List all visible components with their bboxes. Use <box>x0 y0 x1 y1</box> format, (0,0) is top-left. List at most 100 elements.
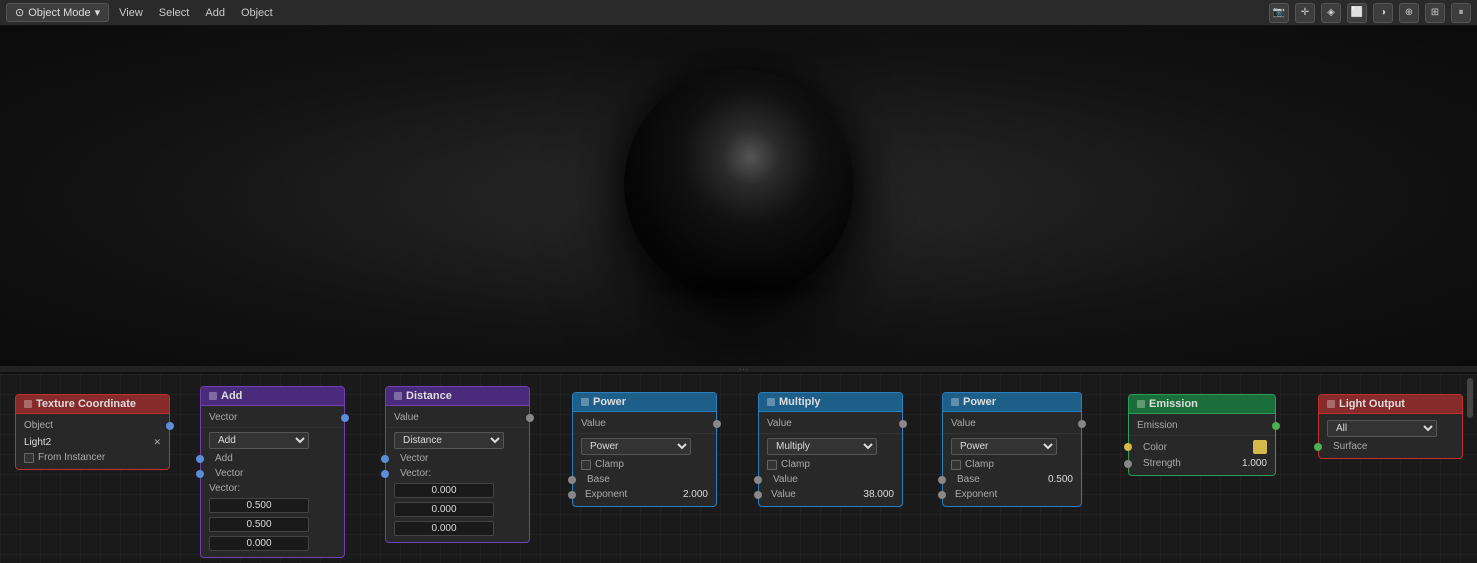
value-output-socket <box>899 420 907 428</box>
menu-object[interactable]: Object <box>235 5 279 21</box>
node-row-y[interactable] <box>386 500 529 519</box>
sphere-shadow <box>639 271 839 301</box>
value-output-socket <box>1078 420 1086 428</box>
color-swatch[interactable] <box>1253 440 1267 454</box>
menu-select[interactable]: Select <box>153 5 196 21</box>
node-row-emission-out: Emission <box>1129 418 1275 433</box>
node-row-surface: Surface <box>1319 439 1462 454</box>
divider <box>759 433 902 434</box>
node-add[interactable]: Add Vector Add Add Vector Vector: <box>200 386 345 558</box>
vector2-lbl: Vector: <box>394 468 521 479</box>
node-texture-coordinate[interactable]: Texture Coordinate Object Light2 ✕ From … <box>15 394 170 470</box>
node-row-v3[interactable]: 0.000 <box>201 534 344 553</box>
x-field[interactable] <box>394 483 494 498</box>
color-in-socket <box>1124 443 1132 451</box>
value-label: Value <box>951 418 1073 429</box>
vector2-in-socket <box>196 470 204 478</box>
viewport[interactable] <box>0 26 1477 366</box>
node-light-output[interactable]: Light Output All Surface <box>1318 394 1463 459</box>
from-instancer-checkbox[interactable] <box>24 453 34 463</box>
node-body: Value Power Clamp Base 0.500 Exponent <box>943 412 1081 506</box>
node-editor[interactable]: Texture Coordinate Object Light2 ✕ From … <box>0 372 1477 563</box>
node-distance[interactable]: Distance Value Distance Vector Vector: <box>385 386 530 543</box>
divider <box>386 427 529 428</box>
node-title: Distance <box>406 390 452 402</box>
base-val: 0.500 <box>1048 474 1073 485</box>
node-icon <box>1327 400 1335 408</box>
power-dropdown[interactable]: Power <box>581 438 691 455</box>
gizmo-icon[interactable]: ⊞ <box>1425 3 1445 23</box>
view-icon[interactable]: ⬜ <box>1347 3 1367 23</box>
value-label: Value <box>767 418 894 429</box>
cursor-icon[interactable]: ✛ <box>1295 3 1315 23</box>
clamp-label: Clamp <box>965 459 994 470</box>
node-header-power2: Power <box>943 393 1081 412</box>
close-icon[interactable]: ✕ <box>153 437 161 448</box>
mode-button[interactable]: ⊙ Object Mode ▾ <box>6 3 109 22</box>
from-instancer-label: From Instancer <box>38 452 105 463</box>
node-title: Emission <box>1149 398 1198 410</box>
divider <box>201 427 344 428</box>
surface-in-socket <box>1314 443 1322 451</box>
node-icon <box>394 392 402 400</box>
node-row-x[interactable] <box>386 481 529 500</box>
node-row-base: Base <box>573 472 716 487</box>
base-lbl: Base <box>951 474 1044 485</box>
node-body: Vector Add Add Vector Vector: 0.500 <box>201 406 344 557</box>
menu-view[interactable]: View <box>113 5 149 21</box>
power2-dropdown[interactable]: Power <box>951 438 1057 455</box>
add-dropdown[interactable]: Add <box>209 432 309 449</box>
render-icon[interactable]: ◈ <box>1321 3 1341 23</box>
pause-icon[interactable]: ⏸ <box>1451 3 1471 23</box>
clamp-checkbox[interactable] <box>951 460 961 470</box>
node-row-power2-dropdown[interactable]: Power <box>943 436 1081 457</box>
node-power2[interactable]: Power Value Power Clamp Base 0.500 <box>942 392 1082 507</box>
vector-label: Vector <box>209 412 336 423</box>
node-title: Multiply <box>779 396 821 408</box>
vector-in-socket <box>381 455 389 463</box>
y-field[interactable] <box>394 502 494 517</box>
value2-val: 38.000 <box>863 489 894 500</box>
node-row-object-val[interactable]: Light2 ✕ <box>16 433 169 450</box>
clamp-row: Clamp <box>759 457 902 472</box>
vector-lbl: Vector <box>394 453 521 464</box>
node-row-v1[interactable]: 0.500 <box>201 496 344 515</box>
overlay-icon[interactable]: ⊕ <box>1399 3 1419 23</box>
menu-add[interactable]: Add <box>199 5 231 21</box>
node-row-add-dropdown[interactable]: Add <box>201 430 344 451</box>
node-icon <box>767 398 775 406</box>
shading-icon[interactable]: ◑ <box>1373 3 1393 23</box>
node-emission[interactable]: Emission Emission Color Strength 1.000 <box>1128 394 1276 476</box>
v2-field[interactable]: 0.500 <box>209 517 309 532</box>
distance-dropdown[interactable]: Distance <box>394 432 504 449</box>
base-in-socket <box>938 476 946 484</box>
value2-lbl: Value <box>767 474 894 485</box>
v3-field[interactable]: 0.000 <box>209 536 309 551</box>
multiply-dropdown[interactable]: Multiply <box>767 438 877 455</box>
node-header-distance: Distance <box>386 387 529 406</box>
z-field[interactable] <box>394 521 494 536</box>
clamp-checkbox[interactable] <box>767 460 777 470</box>
node-row-v2[interactable]: 0.500 <box>201 515 344 534</box>
node-multiply[interactable]: Multiply Value Multiply Clamp Value <box>758 392 903 507</box>
exp-in-socket <box>568 491 576 499</box>
scroll-indicator[interactable] <box>1467 378 1473 418</box>
node-body: All Surface <box>1319 414 1462 458</box>
node-icon <box>951 398 959 406</box>
clamp-checkbox[interactable] <box>581 460 591 470</box>
node-row-z[interactable] <box>386 519 529 538</box>
v1-field[interactable]: 0.500 <box>209 498 309 513</box>
node-row-multiply-dropdown[interactable]: Multiply <box>759 436 902 457</box>
node-row-power-dropdown[interactable]: Power <box>573 436 716 457</box>
clamp-label: Clamp <box>781 459 810 470</box>
node-title: Power <box>963 396 996 408</box>
all-dropdown[interactable]: All <box>1327 420 1437 437</box>
node-power1[interactable]: Power Value Power Clamp Base <box>572 392 717 507</box>
node-row-all-dropdown[interactable]: All <box>1319 418 1462 439</box>
camera-icon[interactable]: 📷 <box>1269 3 1289 23</box>
value2-in-socket <box>754 491 762 499</box>
value2-lbl2: Value <box>767 489 859 500</box>
node-row-vector-out: Vector <box>201 410 344 425</box>
dropdown-arrow: ▾ <box>95 6 101 19</box>
node-row-distance-dropdown[interactable]: Distance <box>386 430 529 451</box>
